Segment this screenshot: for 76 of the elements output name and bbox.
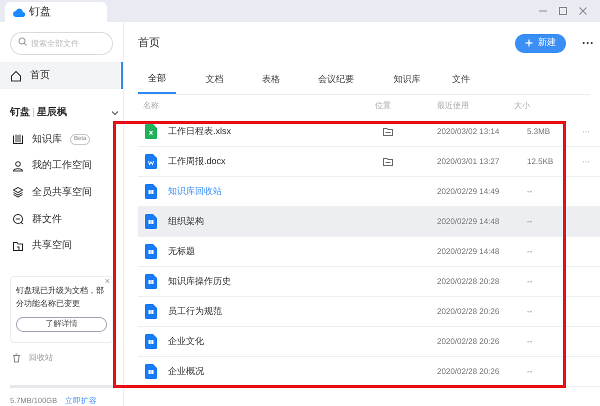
date-cell-text: 2020/03/01 13:27 bbox=[437, 156, 500, 168]
section-title: 钉盘 bbox=[10, 106, 30, 120]
file-name[interactable]: 工作周报.docx bbox=[168, 154, 226, 168]
date-cell-text: 2020/02/28 20:26 bbox=[437, 366, 500, 378]
home-label: 首页 bbox=[30, 69, 50, 84]
more-button[interactable]: ··· bbox=[582, 126, 590, 138]
folder-icon[interactable] bbox=[383, 158, 393, 166]
column-header: 最近使用 bbox=[437, 100, 470, 112]
window-tab[interactable]: 钉盘 bbox=[5, 2, 107, 22]
size-cell-text: -- bbox=[527, 366, 534, 378]
knowledge-base-icon bbox=[145, 274, 157, 289]
size-cell-text: -- bbox=[527, 336, 534, 348]
tab[interactable]: 全部 bbox=[138, 65, 176, 94]
layers-icon bbox=[12, 186, 24, 198]
file-name[interactable]: 工作日程表.xlsx bbox=[168, 124, 231, 138]
size-cell-text: -- bbox=[527, 246, 534, 258]
file-name[interactable]: 企业概况 bbox=[168, 364, 204, 378]
home-icon bbox=[10, 70, 22, 82]
trash-icon bbox=[12, 353, 21, 364]
date-cell-text: 2020/02/29 14:48 bbox=[437, 246, 500, 258]
sidebar-item[interactable]: 共享空间 bbox=[0, 232, 123, 260]
file-name[interactable]: 知识库操作历史 bbox=[168, 274, 231, 288]
tab[interactable]: 文档 bbox=[186, 65, 243, 94]
spreadsheet-icon bbox=[145, 124, 157, 139]
more-button[interactable]: ··· bbox=[582, 34, 594, 52]
tab[interactable]: 会议纪要 bbox=[299, 65, 373, 94]
folder-icon bbox=[12, 240, 24, 252]
knowledge-base-icon bbox=[145, 364, 157, 379]
date-cell-text: 2020/03/02 13:14 bbox=[437, 126, 500, 138]
size-cell-text: 5.3MB bbox=[527, 126, 552, 138]
knowledge-base-icon bbox=[145, 334, 157, 349]
plus-icon bbox=[525, 39, 533, 47]
date-cell-text: 2020/02/29 14:48 bbox=[437, 216, 500, 228]
notice-text: 钉盘现已升级为文档，部分功能名称已变更 bbox=[16, 285, 105, 310]
knowledge-base-icon bbox=[145, 304, 157, 319]
maximize-icon[interactable] bbox=[558, 6, 568, 16]
size-cell-text: -- bbox=[527, 306, 534, 318]
size-cell-text: -- bbox=[527, 216, 534, 228]
file-name[interactable]: 企业文化 bbox=[168, 334, 204, 348]
file-name[interactable]: 员工行为规范 bbox=[168, 304, 222, 318]
document-icon bbox=[145, 154, 157, 169]
sidebar-item[interactable]: 全员共享空间 bbox=[0, 179, 123, 206]
cloud-icon bbox=[13, 8, 25, 16]
learn-more-button[interactable]: 了解详情 bbox=[16, 316, 107, 332]
search-field[interactable]: 搜索全部文件 bbox=[10, 32, 113, 55]
column-header: 位置 bbox=[375, 100, 392, 112]
folder-icon[interactable] bbox=[383, 128, 393, 136]
date-cell-text: 2020/02/28 20:28 bbox=[437, 276, 500, 288]
home-item[interactable]: 首页 bbox=[0, 62, 123, 90]
chevron-icon[interactable] bbox=[111, 108, 119, 117]
file-row[interactable]: 组织架构 2020/02/29 14:48 -- bbox=[138, 207, 600, 237]
knowledge-base-icon bbox=[145, 184, 157, 199]
size-cell-text: -- bbox=[527, 276, 534, 288]
tab[interactable]: 表格 bbox=[243, 65, 299, 94]
size-cell-text: -- bbox=[527, 186, 534, 198]
search-icon bbox=[18, 37, 27, 46]
file-name[interactable]: 组织架构 bbox=[168, 214, 204, 228]
size-cell-text: 12.5KB bbox=[527, 156, 554, 168]
date-cell-text: 2020/02/28 20:26 bbox=[437, 336, 500, 348]
tab[interactable]: 文件 bbox=[441, 65, 481, 94]
account-name[interactable]: 星辰枫 bbox=[37, 105, 111, 120]
sidebar-item[interactable]: 群文件 bbox=[0, 206, 123, 233]
date-cell-text: 2020/02/29 14:49 bbox=[437, 186, 500, 198]
column-header: 大小 bbox=[514, 100, 531, 112]
sidebar-item[interactable]: 我的工作空间 bbox=[0, 152, 123, 180]
page-title: 首页 bbox=[138, 36, 161, 51]
tab[interactable]: 知识库 bbox=[373, 65, 441, 94]
window-title: 钉盘 bbox=[29, 4, 51, 20]
person-icon bbox=[12, 160, 24, 172]
column-header: 名称 bbox=[142, 100, 160, 112]
file-name[interactable]: 无标题 bbox=[168, 244, 195, 258]
date-cell-text: 2020/02/28 20:26 bbox=[437, 306, 500, 318]
knowledge-base-icon bbox=[145, 214, 157, 229]
knowledge-base-icon bbox=[145, 244, 157, 259]
more-button[interactable]: ··· bbox=[582, 156, 590, 168]
close-icon[interactable] bbox=[578, 6, 588, 16]
